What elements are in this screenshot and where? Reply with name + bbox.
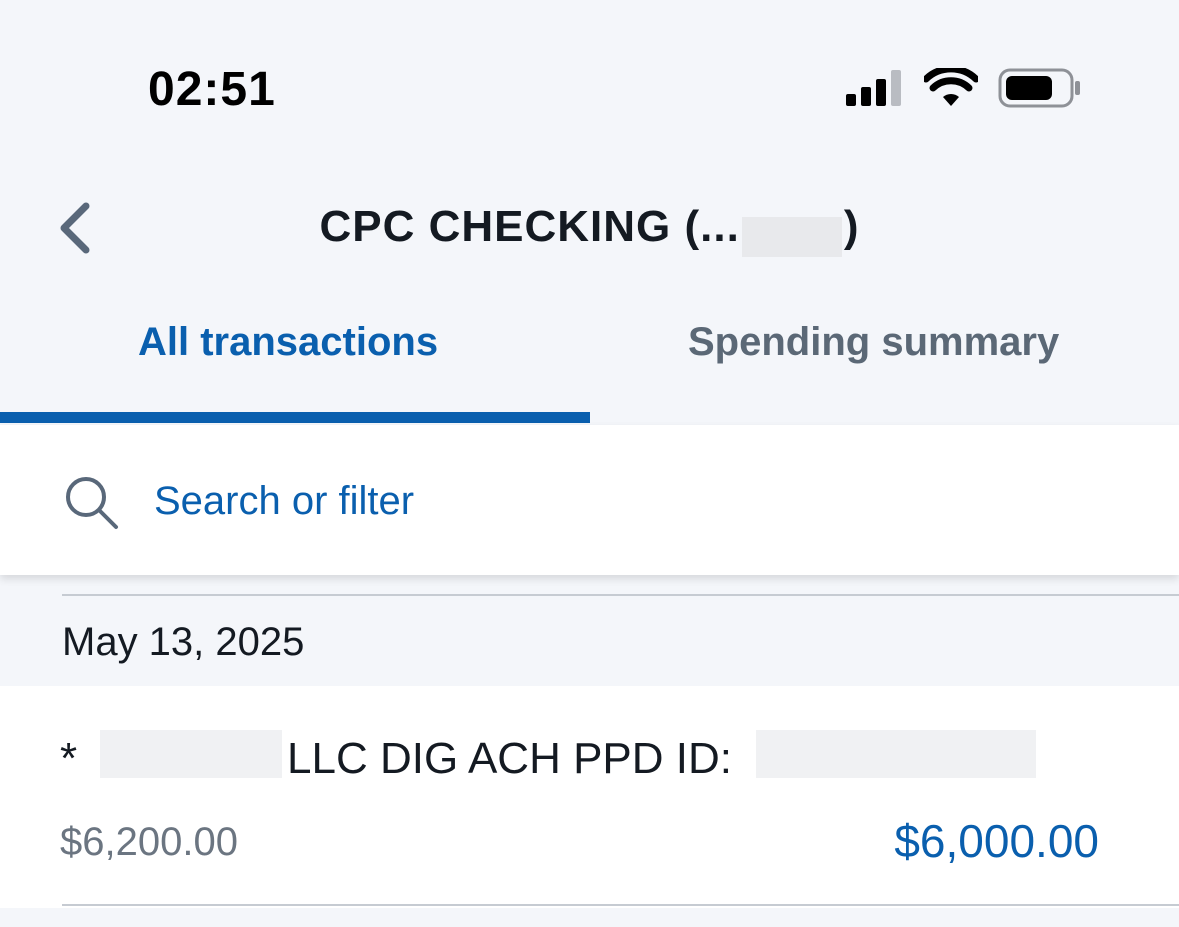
transaction-description-prefix: * [60,734,78,783]
transaction-description: LLC DIG ACH PPD ID: [287,734,733,783]
page-title: CPC CHECKING (...) [0,202,1179,257]
active-tab-indicator [0,412,590,423]
status-time: 02:51 [148,63,276,116]
search-icon [66,477,118,529]
redacted-account-number [741,216,842,257]
divider [62,594,1179,596]
tab-spending-summary[interactable]: Spending summary [688,320,1059,365]
redacted-ppd-id [756,730,1036,778]
search-input[interactable]: Search or filter [154,479,414,524]
transaction-balance: $6,200.00 [60,820,238,864]
divider [62,904,1179,906]
nav-header: CPC CHECKING (...) [0,150,1179,300]
status-bar: 02:51 [0,0,1179,140]
account-title: CPC CHECKING (... [319,202,740,251]
transaction-row[interactable]: * LLC DIG ACH PPD ID: $6,200.00 $6,000.0… [0,686,1179,908]
wifi-icon [924,68,978,106]
cellular-signal-icon [846,70,901,106]
date-header: May 13, 2025 [62,620,305,664]
account-title-suffix: ) [843,202,860,251]
transaction-amount: $6,000.00 [894,815,1099,867]
tab-bar: All transactions Spending summary [0,300,1179,425]
search-bar[interactable]: Search or filter [0,425,1179,575]
tab-all-transactions[interactable]: All transactions [138,320,438,365]
battery-icon [998,68,1080,108]
redacted-merchant-name [100,730,282,778]
